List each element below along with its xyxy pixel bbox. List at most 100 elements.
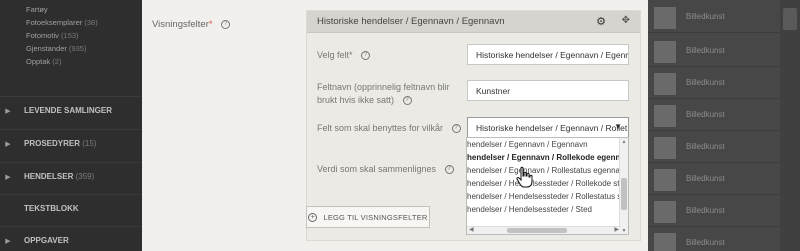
label-feltnavn: Feltnavn (opprinnelig feltnavn blir bruk… [317, 81, 462, 107]
dropdown-horizontal-scrollbar[interactable]: ◀ ▶ [467, 226, 621, 234]
panel-title: Historiske hendelser / Egennavn / Egenna… [317, 16, 505, 27]
thumbnail [654, 105, 676, 127]
background-scrollbar[interactable] [780, 0, 800, 251]
scroll-down-icon[interactable]: ▼ [620, 228, 628, 234]
scroll-right-icon[interactable]: ▶ [614, 226, 619, 233]
sidebar-subitem[interactable]: Fartøy [26, 3, 142, 16]
help-icon[interactable]: ? [402, 96, 412, 106]
sidebar-section-label: OPPGAVER [24, 236, 69, 245]
thumbnail [654, 7, 676, 29]
list-item: Billedkunst [648, 98, 780, 131]
sidebar-section-tekstblokk[interactable]: TEKSTBLOKK [0, 194, 142, 222]
sidebar-subitem-count: (38) [84, 18, 98, 27]
help-icon[interactable]: ? [444, 165, 454, 175]
vilkar-select[interactable]: Historiske hendelser / Egennavn / Rollet… [467, 117, 629, 138]
chevron-right-icon: ▶ [5, 140, 11, 148]
scrollbar-thumb[interactable] [783, 8, 797, 30]
list-item-label: Billedkunst [686, 12, 725, 21]
background-result-list: Billedkunst Billedkunst Billedkunst Bill… [648, 0, 800, 251]
help-icon[interactable]: ? [221, 19, 231, 29]
display-fields-dialog: Visningsfelter* ? Historiske hendelser /… [142, 0, 648, 251]
sidebar-section-levende-samlinger[interactable]: ▶ LEVENDE SAMLINGER [0, 96, 142, 124]
add-display-field-button[interactable]: + LEGG TIL VISNINGSFELTER [306, 206, 430, 228]
dropdown-option[interactable]: hendelser / Egennavn / Egennavn [467, 138, 628, 151]
gear-icon[interactable]: ⚙ [596, 15, 606, 28]
move-icon[interactable]: ✥ [622, 15, 630, 26]
sidebar-section-label: TEKSTBLOKK [24, 204, 79, 213]
help-icon[interactable]: ? [361, 51, 371, 61]
chevron-right-icon: ▶ [5, 173, 11, 181]
label-vilkar: Felt som skal benyttes for vilkår ? [317, 122, 461, 135]
sidebar-section-hendelser[interactable]: ▶ HENDELSER (359) [0, 162, 142, 190]
required-mark: * [349, 50, 353, 60]
required-mark: * [208, 19, 213, 30]
list-item: Billedkunst [648, 34, 780, 67]
dropdown-option[interactable]: hendelser / Hendelsessteder / Rollestatu… [467, 190, 628, 203]
velg-felt-input[interactable]: Historiske hendelser / Egennavn / Egenn [467, 44, 629, 65]
list-item-label: Billedkunst [686, 238, 725, 247]
label-text: Felt som skal benyttes for vilkår [317, 123, 444, 133]
plus-circle-icon: + [308, 212, 318, 222]
list-item-label: Billedkunst [686, 142, 725, 151]
list-item: Billedkunst [648, 130, 780, 163]
scrollbar-thumb[interactable] [621, 178, 627, 210]
vilkar-select-value: Historiske hendelser / Egennavn / Rollet [476, 123, 628, 133]
help-icon[interactable]: ? [451, 124, 461, 134]
vilkar-dropdown-list[interactable]: hendelser / Egennavn / Egennavn hendelse… [466, 137, 629, 235]
sidebar-section-label: HENDELSER [24, 172, 74, 181]
label-text: Feltnavn (opprinnelig feltnavn blir bruk… [317, 82, 450, 105]
sidebar-subitem[interactable]: Opptak (2) [26, 55, 142, 68]
sidebar: Fartøy Fotoeksemplarer (38) Fotomotiv (1… [0, 0, 142, 251]
sidebar-subitem-count: (2) [52, 57, 62, 66]
dropdown-option[interactable]: hendelser / Egennavn / Rollekode egennav… [467, 151, 628, 164]
field-label-text: Visningsfelter [152, 19, 209, 30]
list-item-label: Billedkunst [686, 110, 725, 119]
sidebar-section-prosedyrer[interactable]: ▶ PROSEDYRER (15) [0, 129, 142, 157]
sidebar-section-oppgaver[interactable]: ▶ OPPGAVER [0, 226, 142, 251]
thumbnail [654, 201, 676, 223]
label-text: Velg felt [317, 50, 350, 60]
list-item: Billedkunst [648, 194, 780, 227]
label-sammenlignes: Verdi som skal sammenlignes ? [317, 163, 454, 176]
sidebar-section-label: LEVENDE SAMLINGER [24, 106, 113, 115]
scroll-left-icon[interactable]: ◀ [469, 226, 474, 233]
dropdown-option[interactable]: hendelser / Hendelsessteder / Rollekode … [467, 177, 628, 190]
list-item: Billedkunst [648, 0, 780, 33]
list-item-label: Billedkunst [686, 174, 725, 183]
sidebar-subitem-label: Fartøy [26, 5, 48, 14]
sidebar-subitem[interactable]: Gjenstander (935) [26, 42, 142, 55]
list-item: Billedkunst [648, 162, 780, 195]
list-item-label: Billedkunst [686, 206, 725, 215]
dropdown-option[interactable]: hendelser / Hendelsessteder / Sted [467, 203, 628, 216]
sidebar-subitem[interactable]: Fotomotiv (153) [26, 29, 142, 42]
feltnavn-input[interactable]: Kunstner [467, 80, 629, 101]
sidebar-section-count: (359) [75, 172, 95, 181]
sidebar-section-count: (15) [82, 139, 97, 148]
thumbnail [654, 73, 676, 95]
sidebar-subitem[interactable]: Fotoeksemplarer (38) [26, 16, 142, 29]
sidebar-subitem-label: Fotoeksemplarer [26, 18, 83, 27]
list-item-label: Billedkunst [686, 78, 725, 87]
chevron-right-icon: ▶ [5, 107, 11, 115]
list-item: Billedkunst [648, 226, 780, 251]
sidebar-subitems: Fartøy Fotoeksemplarer (38) Fotomotiv (1… [0, 0, 142, 68]
thumbnail [654, 137, 676, 159]
sidebar-subitem-count: (153) [61, 31, 79, 40]
thumbnail [654, 233, 676, 251]
list-item-label: Billedkunst [686, 46, 725, 55]
chevron-down-icon: ▼ [614, 122, 622, 131]
sidebar-subitem-label: Gjenstander [26, 44, 67, 53]
dropdown-scrollbar[interactable]: ▲ ▼ [619, 138, 628, 234]
label-text: Verdi som skal sammenlignes [317, 164, 437, 174]
add-button-label: LEGG TIL VISNINGSFELTER [323, 212, 428, 222]
sidebar-subitem-label: Fotomotiv [26, 31, 59, 40]
thumbnail [654, 169, 676, 191]
field-label-visningsfelter: Visningsfelter* ? [152, 19, 231, 30]
scroll-up-icon[interactable]: ▲ [620, 139, 628, 145]
panel-header: Historiske hendelser / Egennavn / Egenna… [307, 11, 640, 33]
sidebar-subitem-count: (935) [68, 44, 87, 53]
thumbnail [654, 41, 676, 63]
scrollbar-thumb[interactable] [507, 228, 567, 233]
sidebar-section-label: PROSEDYRER [24, 139, 81, 148]
dropdown-option[interactable]: hendelser / Egennavn / Rollestatus egenn… [467, 164, 628, 177]
